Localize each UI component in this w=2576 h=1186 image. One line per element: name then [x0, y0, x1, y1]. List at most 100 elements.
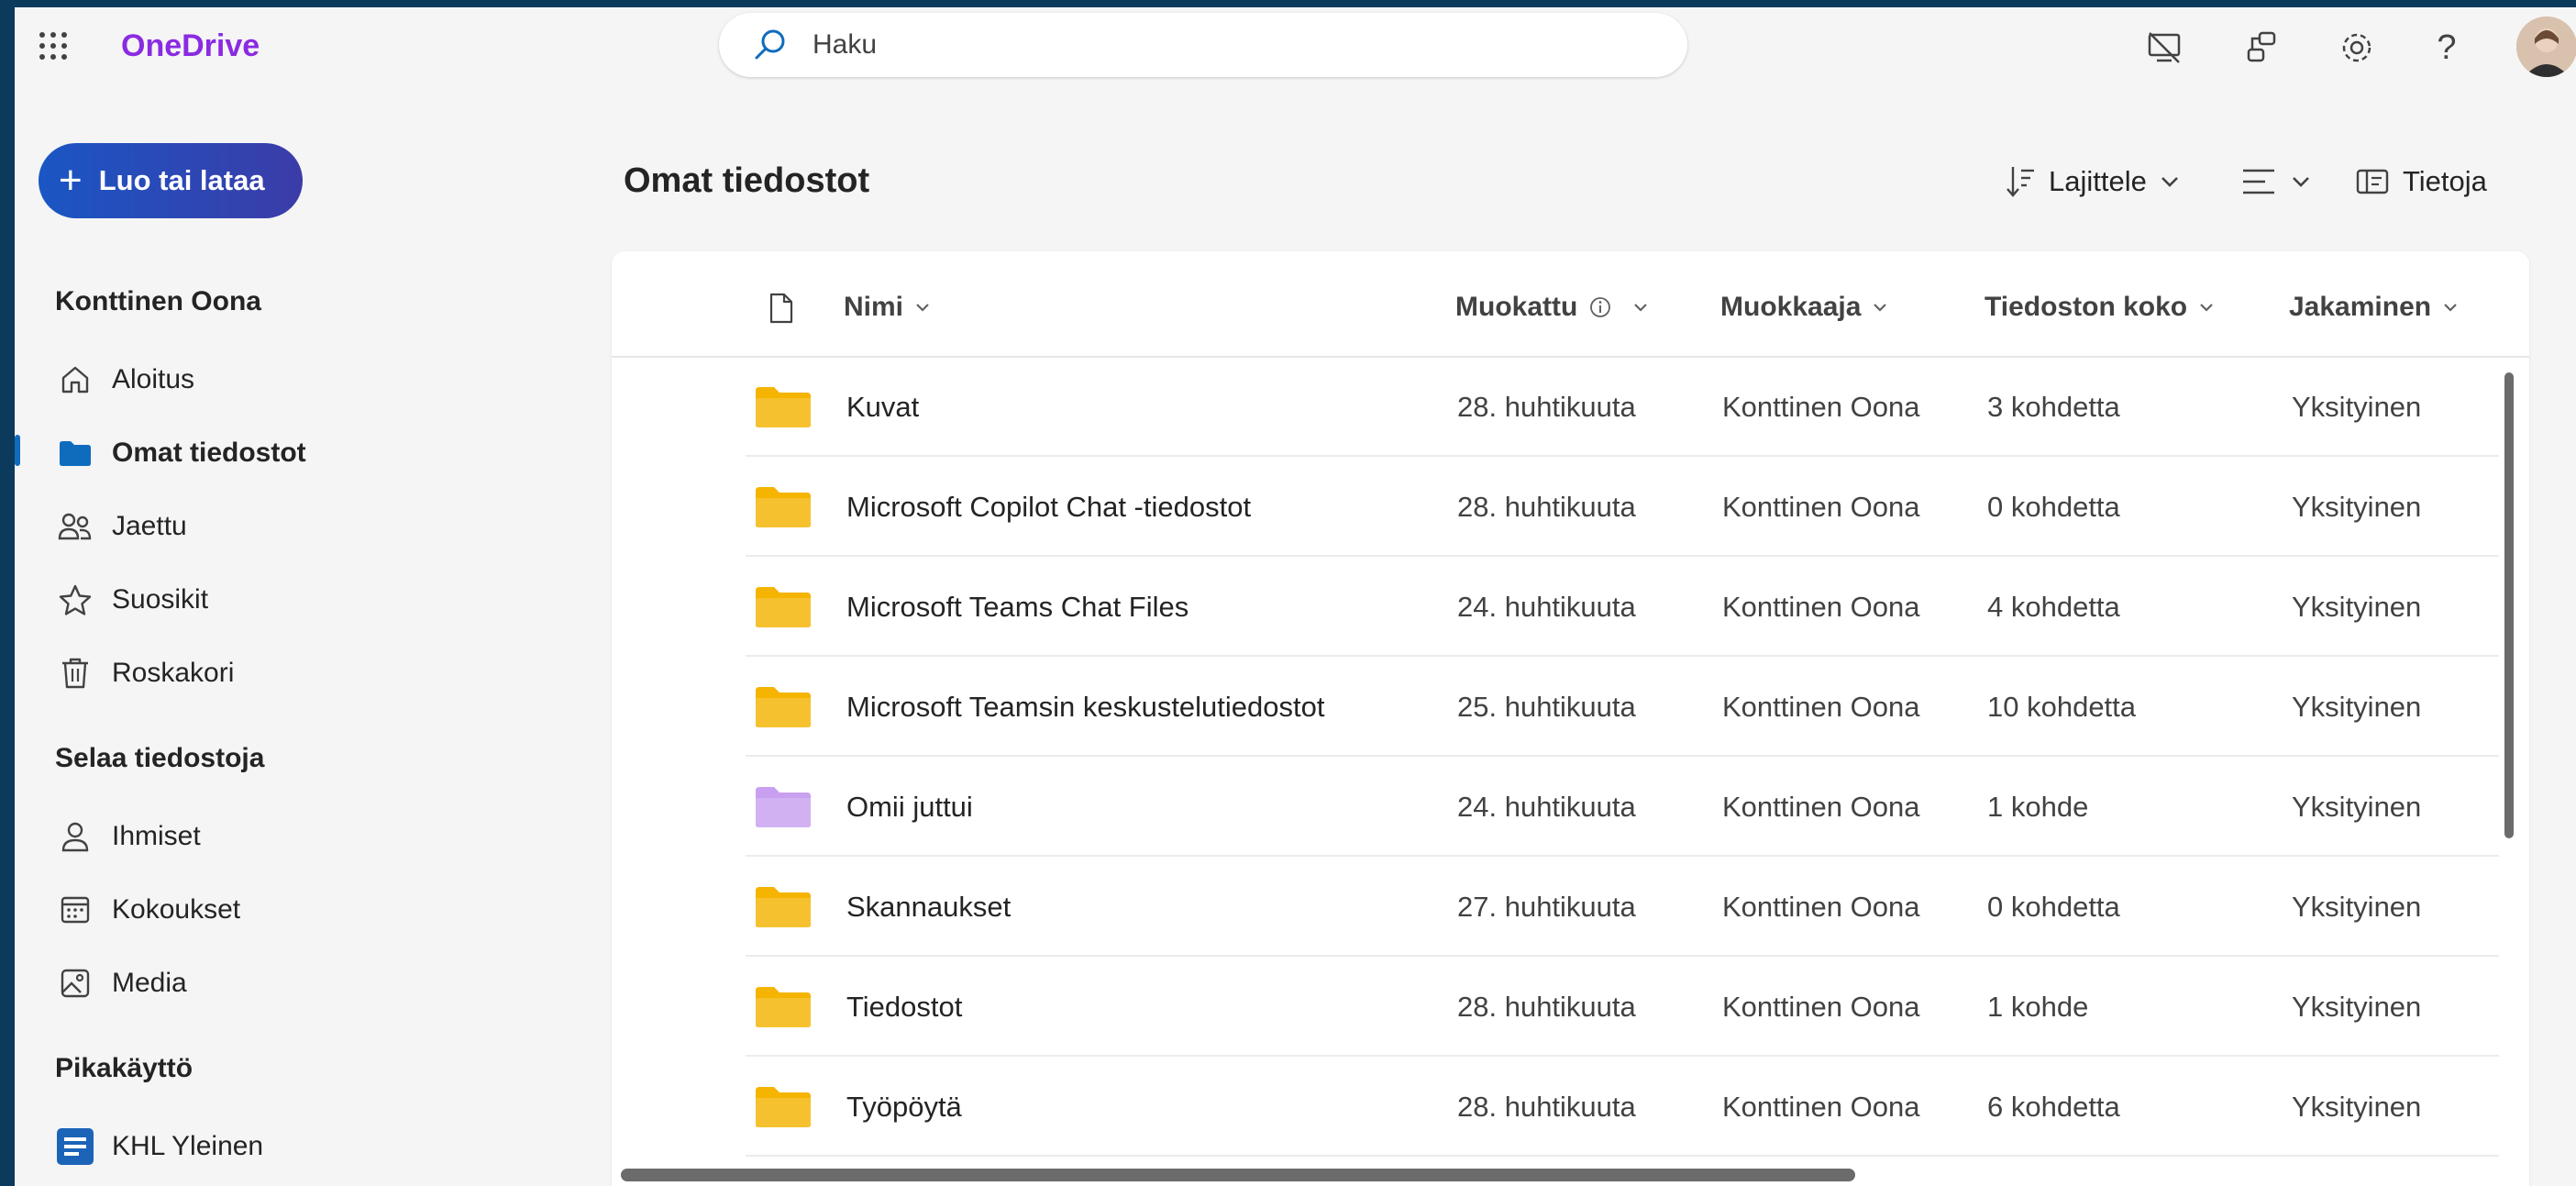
modified-date: 28. huhtikuuta	[1457, 391, 1636, 423]
app-launcher-icon[interactable]	[35, 28, 72, 64]
sidebar-item-label: Ihmiset	[112, 821, 201, 851]
file-name[interactable]: Kuvat	[846, 358, 919, 457]
sidebar-browse-heading: Selaa tiedostoja	[55, 743, 265, 773]
chevron-down-icon	[2291, 175, 2311, 188]
column-header-modifier[interactable]: Muokkaaja	[1720, 292, 1888, 323]
view-options-button[interactable]	[2241, 161, 2311, 202]
search-box[interactable]	[719, 13, 1687, 77]
table-row[interactable]: Microsoft Teams Chat Files 24. huhtikuuta…	[612, 558, 2529, 657]
sort-button[interactable]: Lajittele	[2005, 161, 2180, 202]
table-row[interactable]: Microsoft Teamsin keskustelutiedostot 25.…	[612, 658, 2529, 757]
create-upload-button[interactable]: + Luo tai lataa	[39, 143, 303, 218]
modified-by: Konttinen Oona	[1722, 491, 1920, 523]
file-type-icon	[768, 292, 795, 332]
file-type-column-header[interactable]	[768, 292, 795, 332]
sidebar-item-media[interactable]: Media	[55, 958, 550, 1009]
search-icon	[752, 27, 789, 63]
file-name[interactable]: Microsoft Teamsin keskustelutiedostot	[846, 658, 1325, 757]
modified-by: Konttinen Oona	[1722, 891, 1920, 923]
folder-icon	[756, 487, 811, 527]
create-upload-label: Luo tai lataa	[98, 164, 265, 196]
top-bar: OneDrive ?	[15, 7, 2576, 86]
sidebar-item-recycle-bin[interactable]: Roskakori	[55, 648, 550, 699]
sidebar-item-label: Media	[112, 968, 187, 998]
modified-by: Konttinen Oona	[1722, 791, 1920, 823]
sidebar-item-favorites[interactable]: Suosikit	[55, 574, 550, 626]
sidebar-item-home[interactable]: Aloitus	[55, 354, 550, 405]
sharing-status: Yksityinen	[2292, 591, 2422, 623]
row-divider	[746, 655, 2499, 657]
column-header-modified[interactable]: Muokattu	[1455, 292, 1649, 323]
folder-icon	[756, 987, 811, 1027]
people-icon	[55, 506, 95, 547]
sharing-status: Yksityinen	[2292, 691, 2422, 723]
chevron-down-icon	[1632, 302, 1649, 313]
file-name[interactable]: Microsoft Copilot Chat -tiedostot	[846, 458, 1251, 557]
trash-icon	[55, 653, 95, 693]
sidebar-item-meetings[interactable]: Kokoukset	[55, 884, 550, 936]
sidebar-item-label: Aloitus	[112, 364, 195, 394]
table-row[interactable]: Microsoft Copilot Chat -tiedostot 28. huh…	[612, 458, 2529, 557]
avatar[interactable]	[2516, 17, 2576, 77]
sharing-status: Yksityinen	[2292, 991, 2422, 1023]
sort-icon	[2005, 163, 2038, 200]
modified-date: 24. huhtikuuta	[1457, 791, 1636, 823]
chevron-down-icon	[2160, 175, 2180, 188]
file-name[interactable]: Tiedostot	[846, 958, 962, 1057]
vertical-scrollbar[interactable]	[2504, 372, 2514, 838]
details-button[interactable]: Tietoja	[2355, 161, 2487, 202]
row-divider	[746, 955, 2499, 957]
file-name[interactable]: Microsoft Teams Chat Files	[846, 558, 1188, 657]
column-header-size[interactable]: Tiedoston koko	[1985, 292, 2215, 323]
folder-icon	[756, 887, 811, 927]
help-icon[interactable]: ?	[2427, 28, 2467, 68]
details-pane-icon	[2355, 167, 2390, 196]
page-title: Omat tiedostot	[624, 161, 870, 200]
table-row[interactable]: Työpöytä 28. huhtikuuta Konttinen Oona 6 ko…	[612, 1058, 2529, 1157]
modified-date: 28. huhtikuuta	[1457, 1091, 1636, 1123]
table-row[interactable]: Kuvat 28. huhtikuuta Konttinen Oona 3 kohde…	[612, 358, 2529, 457]
row-divider	[746, 855, 2499, 857]
sharing-status: Yksityinen	[2292, 491, 2422, 523]
modified-date: 28. huhtikuuta	[1457, 491, 1636, 523]
file-size: 3 kohdetta	[1987, 391, 2120, 423]
sidebar-item-people[interactable]: Ihmiset	[55, 811, 550, 862]
sidebar-item-shared[interactable]: Jaettu	[55, 501, 550, 552]
folder-icon	[756, 1087, 811, 1127]
modified-by: Konttinen Oona	[1722, 991, 1920, 1023]
row-divider	[746, 1055, 2499, 1057]
horizontal-scrollbar[interactable]	[621, 1169, 1855, 1181]
column-header-sharing[interactable]: Jakaminen	[2289, 292, 2459, 323]
app-brand[interactable]: OneDrive	[121, 28, 260, 64]
no-screen-share-icon[interactable]	[2144, 28, 2184, 68]
file-size: 1 kohde	[1987, 791, 2089, 823]
column-header-name[interactable]: Nimi	[844, 292, 931, 323]
search-input[interactable]	[811, 28, 1640, 61]
sidebar-item-my-files[interactable]: Omat tiedostot	[55, 427, 550, 479]
settings-gear-icon[interactable]	[2337, 28, 2377, 68]
table-row[interactable]: Tiedostot 28. huhtikuuta Konttinen Oona 1 k…	[612, 958, 2529, 1057]
list-view-icon	[2241, 165, 2280, 198]
active-indicator	[15, 435, 20, 466]
sidebar-item-label: Suosikit	[112, 584, 209, 615]
table-row[interactable]: Skannaukset 27. huhtikuuta Konttinen Oona 0…	[612, 858, 2529, 957]
file-name[interactable]: Omii juttui	[846, 758, 973, 857]
row-divider	[746, 1155, 2499, 1157]
sidebar-quick-heading: Pikakäyttö	[55, 1053, 193, 1083]
folder-icon	[756, 587, 811, 627]
table-row[interactable]: Omii juttui 24. huhtikuuta Konttinen Oona 1…	[612, 758, 2529, 857]
site-logo-icon	[55, 1126, 95, 1167]
modified-date: 28. huhtikuuta	[1457, 991, 1636, 1023]
diagram-icon[interactable]	[2241, 28, 2282, 68]
sidebar-item-label: Omat tiedostot	[112, 438, 306, 468]
file-name[interactable]: Työpöytä	[846, 1058, 962, 1157]
file-name[interactable]: Skannaukset	[846, 858, 1011, 957]
sidebar-item-label: Roskakori	[112, 658, 235, 688]
column-header-label: Jakaminen	[2289, 292, 2432, 322]
sidebar-item-khl-yleinen[interactable]: KHL Yleinen	[55, 1121, 550, 1172]
column-header-label: Tiedoston koko	[1985, 292, 2188, 322]
row-divider	[746, 455, 2499, 457]
file-size: 1 kohde	[1987, 991, 2089, 1023]
modified-by: Konttinen Oona	[1722, 1091, 1920, 1123]
sharing-status: Yksityinen	[2292, 791, 2422, 823]
